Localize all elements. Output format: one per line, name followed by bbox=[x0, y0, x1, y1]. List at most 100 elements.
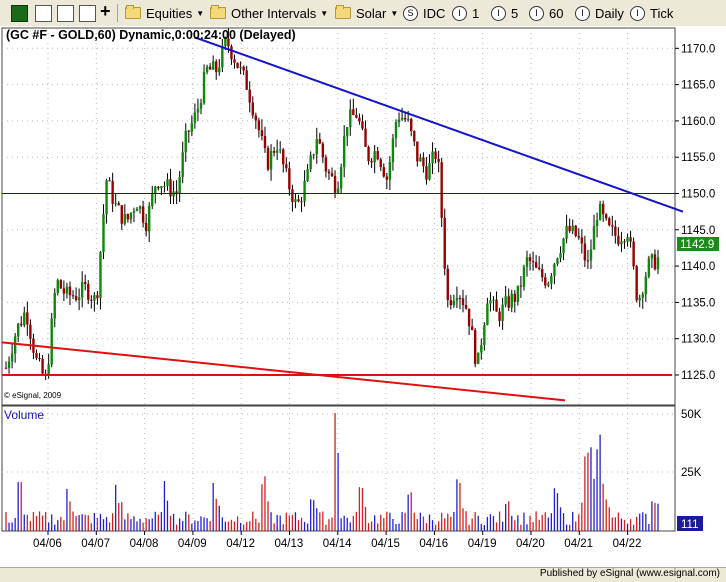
candle-body bbox=[236, 62, 239, 68]
candle-body bbox=[157, 186, 160, 189]
status-text: Published by eSignal (www.esignal.com) bbox=[539, 568, 720, 579]
candle-body bbox=[544, 277, 547, 286]
candle-body bbox=[294, 199, 297, 203]
candle-body bbox=[151, 193, 154, 207]
candle-body bbox=[275, 150, 279, 153]
date-tick-label: 04/09 bbox=[178, 538, 207, 550]
equities-label: Equities bbox=[146, 5, 193, 21]
candle-body bbox=[504, 296, 507, 305]
candle-body bbox=[282, 149, 285, 165]
interval-1[interactable]: I 1 bbox=[452, 3, 479, 23]
equities-menu[interactable]: Equities ▼ bbox=[125, 3, 204, 23]
date-tick-label: 04/20 bbox=[516, 538, 545, 550]
candle-body bbox=[486, 303, 489, 326]
candle-body bbox=[187, 130, 191, 132]
candle-body bbox=[577, 235, 580, 238]
candle-body bbox=[65, 286, 69, 294]
candle-body bbox=[285, 164, 288, 169]
grid-icon[interactable] bbox=[35, 5, 52, 22]
candle-body bbox=[614, 226, 617, 236]
candle-body bbox=[93, 295, 96, 301]
price-tick-label: 1170.0 bbox=[681, 43, 715, 55]
edit-icon[interactable] bbox=[79, 5, 96, 22]
solar-menu[interactable]: Solar ▼ bbox=[335, 3, 398, 23]
date-tick-label: 04/07 bbox=[81, 538, 110, 550]
candle-body bbox=[120, 205, 123, 224]
candle-body bbox=[10, 353, 14, 362]
candle-body bbox=[327, 171, 331, 174]
candle-body bbox=[364, 128, 367, 147]
toolbar: + Equities ▼ Other Intervals ▼ Solar ▼ S… bbox=[0, 0, 726, 27]
candle-body bbox=[306, 169, 309, 181]
chart-window-icon[interactable] bbox=[11, 5, 28, 22]
candle-body bbox=[370, 160, 373, 163]
candle-body bbox=[339, 167, 343, 189]
candle-body bbox=[260, 130, 264, 136]
candle-body bbox=[251, 102, 254, 116]
candle-body bbox=[376, 151, 379, 160]
interval-badge-icon: I bbox=[452, 5, 467, 21]
candle-body bbox=[495, 299, 498, 312]
candle-body bbox=[601, 203, 605, 215]
chevron-down-icon: ▼ bbox=[196, 8, 205, 18]
candle-body bbox=[342, 136, 346, 168]
candle-body bbox=[80, 281, 84, 298]
date-tick-label: 04/15 bbox=[371, 538, 400, 550]
price-tick-label: 1145.0 bbox=[681, 225, 715, 237]
candle-body bbox=[38, 358, 41, 360]
other-intervals-menu[interactable]: Other Intervals ▼ bbox=[210, 3, 328, 23]
last-price-label: 1142.9 bbox=[680, 239, 714, 251]
candle-body bbox=[303, 180, 306, 202]
candle-body bbox=[181, 152, 184, 177]
candle-body bbox=[605, 214, 608, 219]
date-tick-label: 04/06 bbox=[33, 538, 62, 550]
candle-body bbox=[644, 276, 648, 295]
candle-body bbox=[565, 225, 568, 239]
candle-body bbox=[138, 206, 142, 209]
candle-body bbox=[385, 176, 389, 180]
candle-body bbox=[147, 206, 151, 232]
candle-body bbox=[321, 143, 325, 158]
plus-icon[interactable]: + bbox=[100, 1, 111, 21]
candle-body bbox=[4, 367, 8, 369]
candle-body bbox=[59, 280, 63, 289]
solar-label: Solar bbox=[356, 5, 387, 21]
candle-body bbox=[598, 203, 602, 220]
interval-label: 1 bbox=[472, 5, 480, 21]
candle-body bbox=[620, 241, 623, 245]
price-chart[interactable]: 1170.0 1165.0 1160.0 1155.0 1150.0 1145.0 1140… bbox=[0, 26, 726, 567]
candle-body bbox=[205, 66, 209, 73]
candle-body bbox=[242, 66, 245, 71]
candle-body bbox=[333, 175, 337, 193]
candle-body bbox=[272, 150, 276, 153]
interval-tick[interactable]: I Tick bbox=[630, 3, 673, 23]
candle-body bbox=[516, 285, 520, 302]
candle-body bbox=[428, 163, 431, 180]
candle-body bbox=[144, 222, 148, 232]
candle-body bbox=[50, 318, 53, 365]
candle-body bbox=[629, 237, 632, 242]
candle-body bbox=[330, 173, 334, 176]
candle-body bbox=[184, 130, 187, 153]
candle-body bbox=[403, 117, 407, 120]
volume-tick-label: 25K bbox=[681, 467, 702, 479]
candle-body bbox=[525, 257, 529, 268]
candle-body bbox=[239, 66, 242, 68]
candle-body bbox=[586, 260, 590, 262]
interval-5[interactable]: I 5 bbox=[491, 3, 518, 23]
candle-body bbox=[218, 67, 221, 73]
candle-body bbox=[617, 235, 620, 245]
interval-daily[interactable]: I Daily bbox=[575, 3, 624, 23]
interval-60[interactable]: I 60 bbox=[529, 3, 563, 23]
copy-icon[interactable] bbox=[57, 5, 74, 22]
interval-idc[interactable]: S IDC bbox=[403, 3, 445, 23]
candle-body bbox=[400, 117, 404, 120]
interval-label: Tick bbox=[650, 5, 674, 21]
candle-body bbox=[406, 119, 410, 121]
candle-body bbox=[467, 308, 471, 327]
candle-body bbox=[324, 157, 328, 172]
candle-body bbox=[202, 72, 206, 103]
candle-body bbox=[449, 300, 453, 306]
candle-body bbox=[16, 323, 20, 337]
chevron-down-icon: ▼ bbox=[390, 8, 399, 18]
